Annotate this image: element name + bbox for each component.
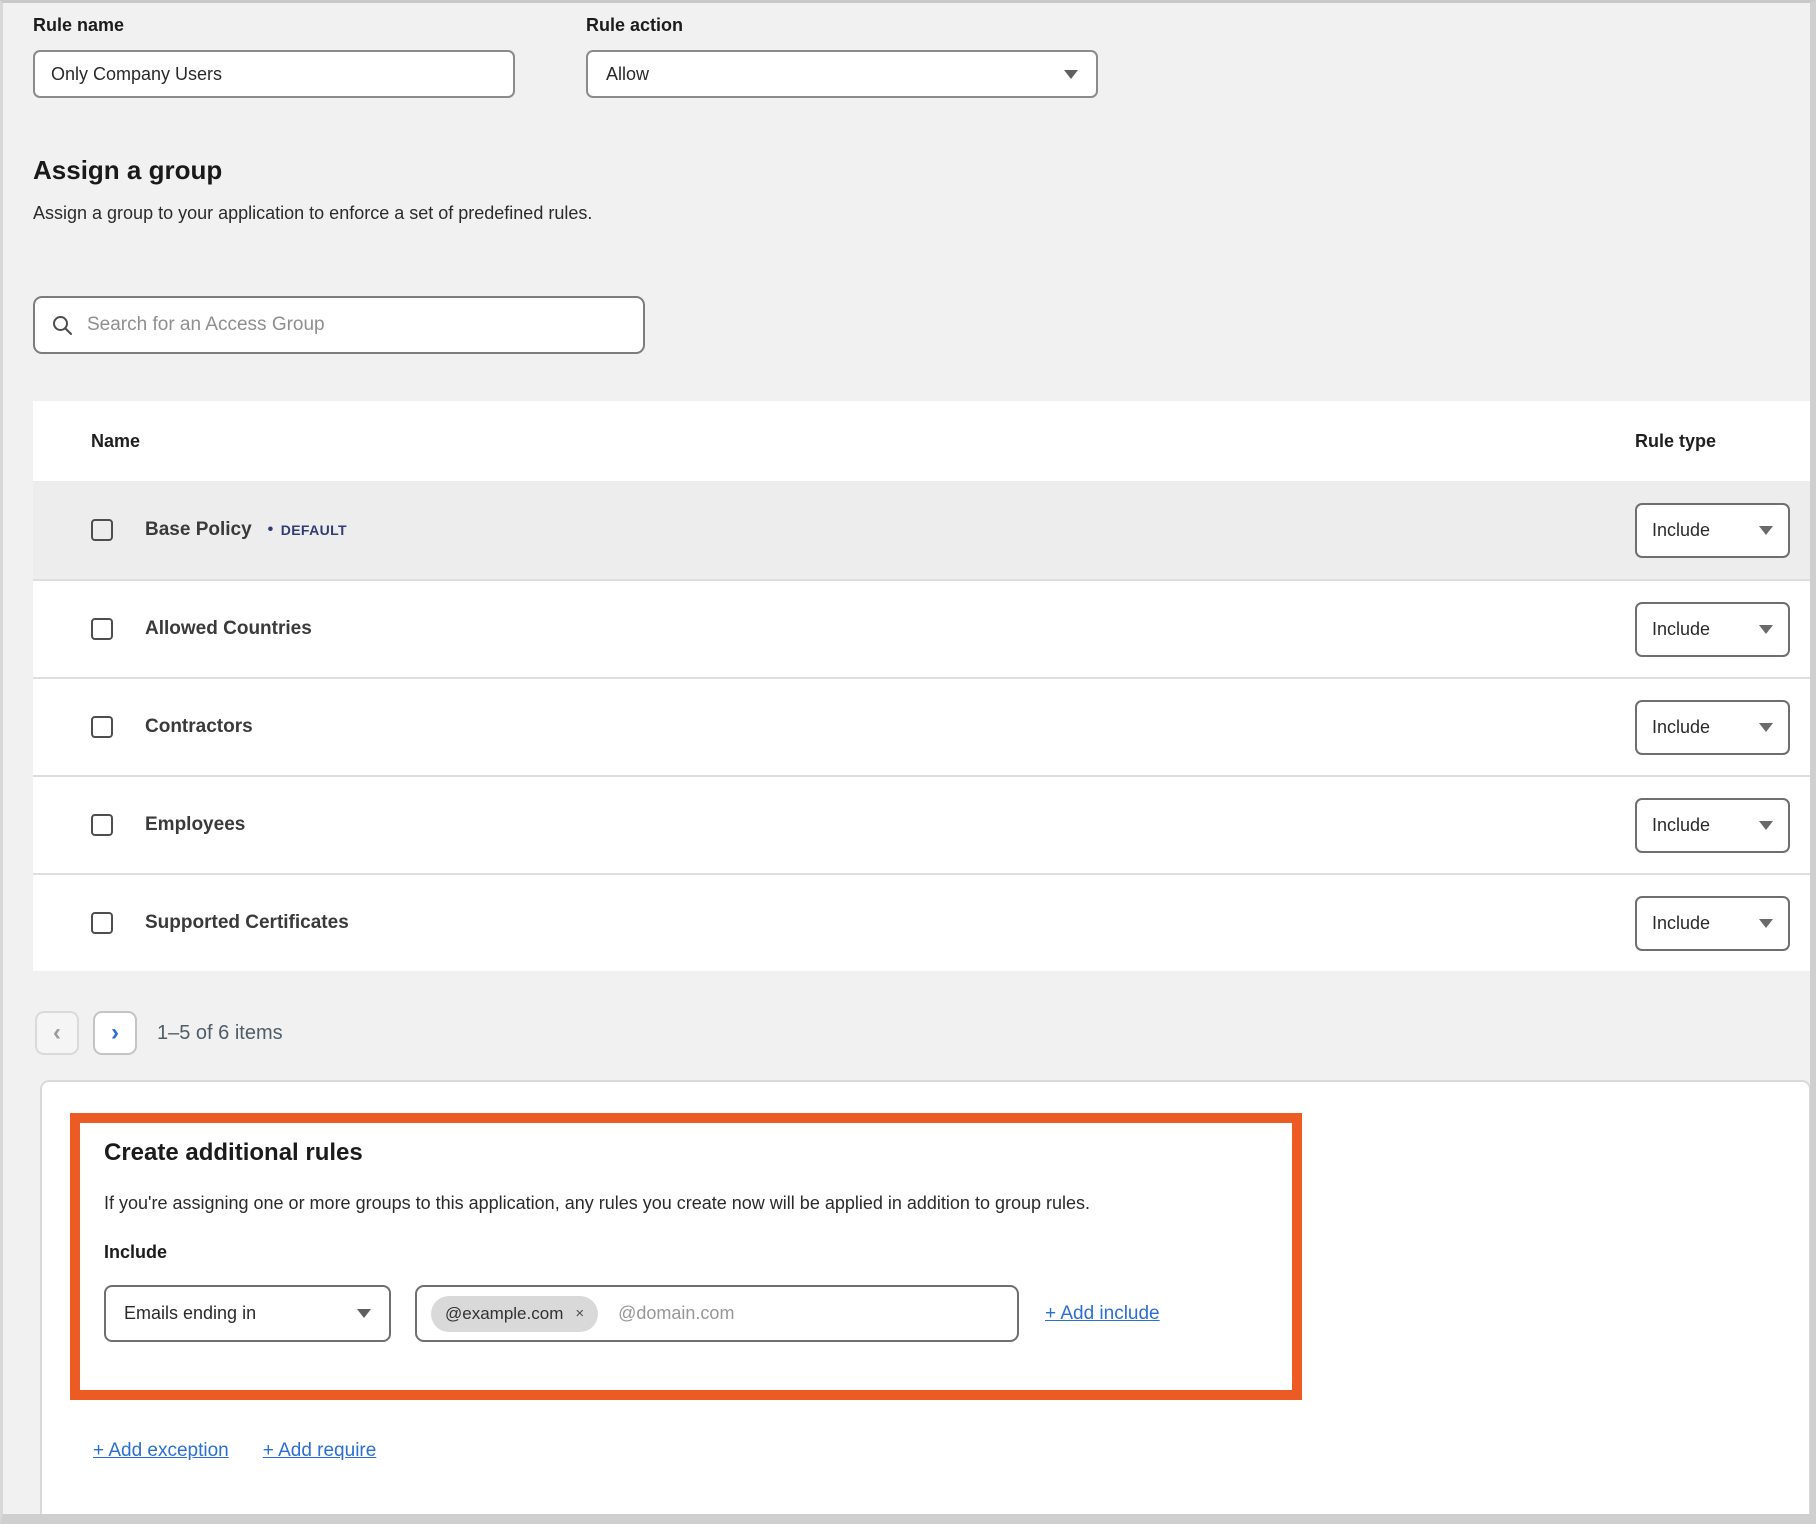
row-checkbox[interactable] bbox=[91, 912, 113, 934]
email-domains-input-box: @example.com × bbox=[415, 1285, 1019, 1342]
column-header-rule-type: Rule type bbox=[1635, 431, 1811, 452]
include-rule-controls: Emails ending in @example.com × + Add in… bbox=[104, 1285, 1268, 1342]
rule-type-select[interactable]: Include bbox=[1635, 798, 1790, 853]
assign-group-heading: Assign a group bbox=[33, 155, 222, 186]
row-name: Employees bbox=[145, 814, 245, 836]
rule-name-field: Rule name bbox=[33, 15, 515, 98]
row-checkbox[interactable] bbox=[91, 814, 113, 836]
row-checkbox[interactable] bbox=[91, 519, 113, 541]
email-domain-tag: @example.com × bbox=[431, 1296, 598, 1332]
chevron-down-icon bbox=[1759, 526, 1773, 535]
chevron-left-icon: ‹ bbox=[53, 1021, 61, 1045]
next-page-button[interactable]: › bbox=[93, 1011, 137, 1055]
chevron-down-icon bbox=[1064, 70, 1078, 79]
additional-rules-heading: Create additional rules bbox=[104, 1139, 1268, 1167]
default-badge: • DEFAULT bbox=[268, 521, 347, 539]
rule-footer-links: + Add exception + Add require bbox=[93, 1440, 376, 1462]
rule-name-input[interactable] bbox=[35, 52, 513, 96]
add-require-link[interactable]: + Add require bbox=[263, 1440, 377, 1462]
rule-action-value: Allow bbox=[606, 64, 649, 85]
chevron-down-icon bbox=[1759, 723, 1773, 732]
assign-group-description: Assign a group to your application to en… bbox=[33, 203, 592, 224]
include-section-label: Include bbox=[104, 1242, 1268, 1263]
rule-action-label: Rule action bbox=[586, 15, 1098, 36]
badge-bullet-icon: • bbox=[268, 521, 274, 539]
rule-type-value: Include bbox=[1652, 520, 1710, 541]
row-name: Base Policy bbox=[145, 519, 252, 541]
rule-name-label: Rule name bbox=[33, 15, 515, 36]
email-domain-input[interactable] bbox=[618, 1303, 1003, 1324]
search-input[interactable] bbox=[87, 298, 627, 352]
additional-rules-card: Create additional rules If you're assign… bbox=[40, 1080, 1811, 1524]
add-exception-link[interactable]: + Add exception bbox=[93, 1440, 229, 1462]
rule-action-field: Rule action Allow bbox=[586, 15, 1098, 98]
row-name: Allowed Countries bbox=[145, 618, 312, 640]
rule-type-value: Include bbox=[1652, 815, 1710, 836]
rule-type-select[interactable]: Include bbox=[1635, 503, 1790, 558]
row-name: Supported Certificates bbox=[145, 912, 349, 934]
default-badge-label: DEFAULT bbox=[281, 522, 347, 538]
access-group-search-box bbox=[33, 296, 645, 354]
chevron-down-icon bbox=[357, 1309, 371, 1318]
rule-type-select[interactable]: Include bbox=[1635, 602, 1790, 657]
row-name: Contractors bbox=[145, 716, 253, 738]
pagination-status: 1–5 of 6 items bbox=[157, 1022, 283, 1045]
add-include-link[interactable]: + Add include bbox=[1045, 1303, 1160, 1325]
chevron-right-icon: › bbox=[111, 1021, 119, 1045]
rule-type-select[interactable]: Include bbox=[1635, 896, 1790, 951]
rule-criteria-select[interactable]: Emails ending in bbox=[104, 1285, 391, 1342]
chevron-down-icon bbox=[1759, 919, 1773, 928]
rule-type-value: Include bbox=[1652, 717, 1710, 738]
row-checkbox[interactable] bbox=[91, 618, 113, 640]
rule-name-input-box bbox=[33, 50, 515, 98]
row-checkbox[interactable] bbox=[91, 716, 113, 738]
table-header-row: Name Rule type bbox=[33, 401, 1811, 481]
rule-criteria-value: Emails ending in bbox=[124, 1303, 256, 1324]
additional-rules-description: If you're assigning one or more groups t… bbox=[104, 1193, 1268, 1214]
chevron-down-icon bbox=[1759, 821, 1773, 830]
table-row-allowed-countries: Allowed Countries Include bbox=[33, 579, 1811, 677]
remove-tag-icon[interactable]: × bbox=[575, 1306, 584, 1321]
pagination: ‹ › 1–5 of 6 items bbox=[35, 1011, 283, 1055]
table-row-employees: Employees Include bbox=[33, 775, 1811, 873]
table-row-contractors: Contractors Include bbox=[33, 677, 1811, 775]
tag-label: @example.com bbox=[445, 1304, 563, 1324]
orange-highlight-box: Create additional rules If you're assign… bbox=[70, 1113, 1302, 1400]
access-rule-config-page: Rule name Rule action Allow Assign a gro… bbox=[0, 0, 1816, 1524]
search-icon bbox=[51, 314, 73, 336]
table-row-supported-certificates: Supported Certificates Include bbox=[33, 873, 1811, 971]
rule-action-select[interactable]: Allow bbox=[586, 50, 1098, 98]
chevron-down-icon bbox=[1759, 625, 1773, 634]
access-groups-table: Name Rule type Base Policy • DEFAULT Inc… bbox=[33, 401, 1811, 971]
rule-type-select[interactable]: Include bbox=[1635, 700, 1790, 755]
rule-type-value: Include bbox=[1652, 619, 1710, 640]
table-row-base-policy: Base Policy • DEFAULT Include bbox=[33, 481, 1811, 579]
column-header-name: Name bbox=[33, 431, 140, 452]
previous-page-button[interactable]: ‹ bbox=[35, 1011, 79, 1055]
rule-type-value: Include bbox=[1652, 913, 1710, 934]
